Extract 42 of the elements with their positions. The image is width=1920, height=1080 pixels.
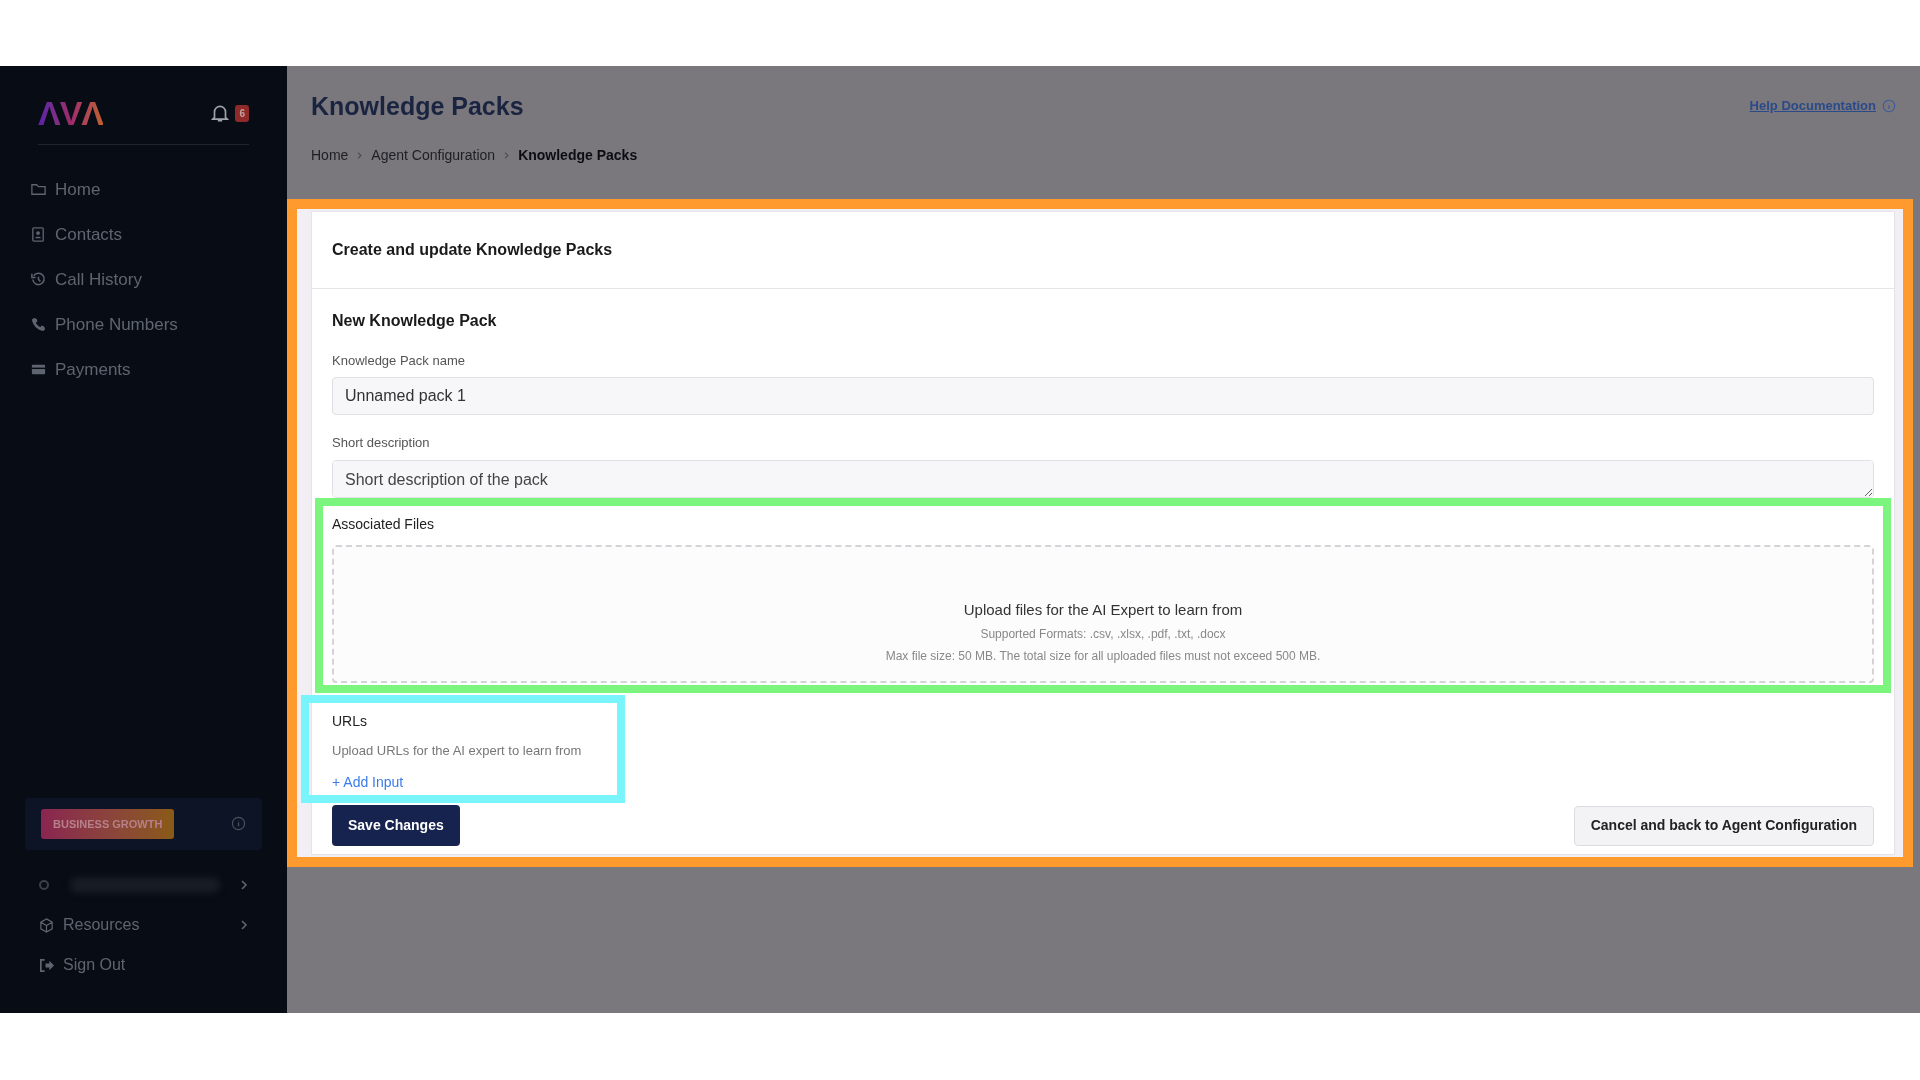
input-field[interactable]: Unnamed pack 1 — [332, 377, 1874, 415]
plan-badge: BUSINESS GROWTH — [41, 808, 175, 839]
section-label: URLs — [332, 711, 367, 731]
chevron-right-icon — [239, 920, 249, 930]
dropzone-prompt: Upload files for the AI Expert to learn from — [963, 600, 1243, 620]
nav-item[interactable]: Contacts — [30, 218, 257, 251]
file-dropzone[interactable]: Upload files for the AI Expert to learn from Supported Formats: .csv, .xlsx, .pdf, .txt, .docx Max file size: 50 MB. The total size for all uploaded files must not exceed 500 MB. — [332, 544, 1874, 683]
info-icon[interactable] — [231, 816, 246, 832]
nav-item[interactable]: Call History — [30, 263, 257, 296]
phone-icon — [30, 316, 47, 333]
chevron-right-icon — [503, 151, 511, 159]
urls-hint: Upload URLs for the AI expert to learn from — [332, 741, 582, 760]
input-field[interactable]: Short description of the pack — [332, 459, 1874, 498]
supported-formats: Supported Formats: .csv, .xlsx, .pdf, .txt, .docx — [980, 625, 1226, 643]
nav-item[interactable]: Phone Numbers — [30, 308, 257, 341]
section-title: New Knowledge Pack — [332, 310, 498, 331]
save-button[interactable]: Save Changes — [332, 805, 460, 846]
card-title: Create and update Knowledge Packs — [332, 239, 614, 260]
nav-item[interactable]: Resources — [30, 910, 257, 940]
folder-icon — [30, 181, 47, 198]
add-input-link[interactable]: + Add Input — [332, 772, 404, 793]
breadcrumb-link[interactable]: Home — [311, 144, 349, 166]
breadcrumb-link[interactable]: Knowledge Packs — [518, 144, 638, 166]
nav-item[interactable]: Payments — [30, 353, 257, 386]
help-link[interactable]: Help Documentation — [1749, 96, 1876, 116]
contact-card-icon — [30, 226, 47, 243]
section-label: Associated Files — [332, 514, 435, 534]
chevron-right-icon[interactable] — [239, 880, 249, 890]
cube-icon — [38, 916, 55, 934]
nav-item[interactable]: Home — [30, 173, 257, 206]
info-icon — [1882, 98, 1896, 113]
history-icon — [30, 271, 47, 288]
size-limits: Max file size: 50 MB. The total size for all uploaded files must not exceed 500 MB. — [885, 647, 1321, 665]
chevron-right-icon — [356, 151, 364, 159]
nav-item[interactable]: Sign Out — [30, 950, 257, 980]
page-title: Knowledge Packs — [311, 91, 524, 122]
field-label: Short description — [332, 434, 431, 452]
sign-out-icon — [38, 956, 55, 974]
breadcrumb-link[interactable]: Agent Configuration — [371, 144, 496, 166]
cancel-button[interactable]: Cancel and back to Agent Configuration — [1573, 805, 1874, 846]
field-label: Knowledge Pack name — [332, 351, 466, 370]
notification-badge: 6 — [235, 104, 249, 122]
